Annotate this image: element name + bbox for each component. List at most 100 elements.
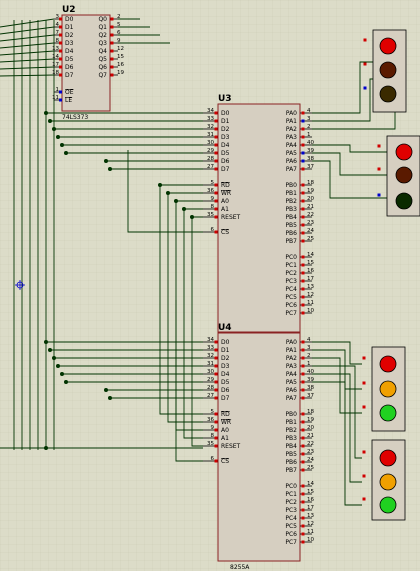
u2-pin-num: 19 [117,70,124,76]
u3-pin-name: PA3 [286,134,297,141]
u2-pin-name: LE [65,97,72,104]
u4-pin-num: 8 [211,433,215,439]
u4-pin-name: PB1 [285,419,297,426]
traffic-lamp [379,355,397,373]
pin-state-marker [214,459,218,463]
u3-pin-name: D7 [221,166,230,173]
u2-pin-name: D6 [65,64,74,71]
pin-state-marker [214,388,218,392]
pin-state-marker [59,65,62,69]
u3-pin-name: D0 [221,110,230,117]
junction-dot [174,199,178,203]
u3-pin-num: 39 [307,148,314,154]
pin-state-marker [363,62,367,66]
u4-pin-name: PA2 [286,355,297,362]
pin-state-marker [362,405,366,409]
pin-state-marker [362,381,366,385]
u3-pin-num: 36 [207,188,214,194]
u4-pin-name: PB4 [285,443,297,450]
u3-pin-name: A0 [221,198,229,205]
u4-pin-name: PC7 [285,539,297,546]
pin-state-marker [214,111,218,115]
u3-pin-num: 3 [307,116,311,122]
junction-dot [48,119,52,123]
u3-pin-name: PC0 [285,254,297,261]
pin-state-marker [301,500,305,504]
pin-state-marker [301,135,305,139]
traffic-lamp [379,449,397,467]
u3-pin-name: PC3 [285,278,297,285]
u3-pin-name: PB5 [285,222,297,229]
pin-state-marker [301,380,305,384]
u3-pin-name: PB3 [285,206,297,213]
pin-state-marker [301,444,305,448]
u4-pin-num: 19 [307,417,314,423]
u4-pin-num: 40 [307,369,314,375]
u4-pin-num: 15 [307,489,314,495]
pin-state-marker [214,207,218,211]
junction-dot [44,340,48,344]
u2-pin-num: 3 [56,14,60,20]
u2-pin-name: D0 [65,16,74,23]
u4-pin-num: 12 [307,521,314,527]
pin-state-marker [301,279,305,283]
u4-pin-name: PC5 [285,523,297,530]
traffic-lamp [379,37,397,55]
u3-pin-name: PC2 [285,270,297,277]
u4-pin-num: 32 [207,353,214,359]
u3-pin-num: 40 [307,140,314,146]
pin-state-marker [301,287,305,291]
pin-state-marker [214,364,218,368]
pin-state-marker [362,450,366,454]
traffic-lamp [379,85,397,103]
pin-state-marker [110,17,114,21]
u2-pin-num: 11 [52,95,59,101]
pin-state-marker [110,25,114,29]
u3-pin-num: 6 [211,227,215,233]
u2-pin-num: 18 [52,70,59,76]
u2-pin-name: Q7 [98,72,107,79]
junction-dot [60,143,64,147]
junction-dot [104,388,108,392]
pin-state-marker [301,183,305,187]
u2-pin-name: D7 [65,72,74,79]
pin-state-marker [301,311,305,315]
pin-state-marker [214,151,218,155]
u3-pin-name: PC7 [285,310,297,317]
u3-pin-name: PB1 [285,190,297,197]
u3-pin-num: 27 [207,164,214,170]
pin-state-marker [301,207,305,211]
u3-pin-name: PB6 [285,230,297,237]
u3-pin-name: D2 [221,126,230,133]
pin-state-marker [301,119,305,123]
u4-pin-name: PA5 [286,379,297,386]
junction-dot [166,191,170,195]
pin-state-marker [110,73,114,77]
schematic-canvas[interactable]: U274LS373D03D14D27D38D413D514D617D718OE1… [0,0,420,571]
u2-pin-num: 14 [52,54,59,60]
u4-pin-name: PB6 [285,459,297,466]
u4-pin-num: 28 [207,385,214,391]
u3-pin-num: 31 [207,132,214,138]
traffic-lamp [379,496,397,514]
u4-pin-num: 35 [207,441,214,447]
traffic-lamp [395,143,413,161]
u3-pin-name: PB7 [285,238,297,245]
pin-state-marker [301,516,305,520]
u3-pin-name: D3 [221,134,230,141]
u3-pin-num: 22 [307,212,314,218]
u4-pin-num: 11 [307,529,314,535]
u4-pin-name: PB3 [285,435,297,442]
u4-pin-num: 9 [211,425,215,431]
pin-state-marker [301,436,305,440]
u3-pin-num: 10 [307,308,314,314]
u4-pin-num: 38 [307,385,314,391]
u2-pin-name: D4 [65,48,74,55]
pin-state-marker [301,263,305,267]
u2-pin-num: 4 [56,22,60,28]
pin-state-marker [301,452,305,456]
junction-dot [104,159,108,163]
pin-state-marker [59,33,62,37]
pin-state-marker [301,215,305,219]
junction-dot [64,380,68,384]
